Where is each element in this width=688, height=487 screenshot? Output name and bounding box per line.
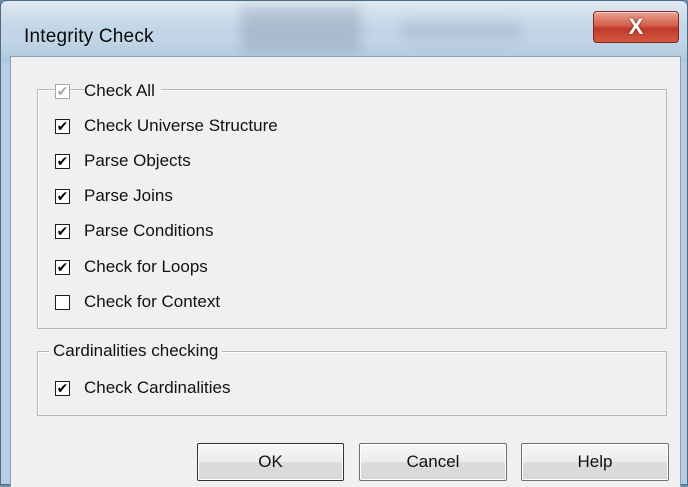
check-mark-icon: ✔ (56, 83, 69, 99)
dialog-client-area: ✔ Check All ✔ Check Universe Structure ✔… (10, 56, 681, 487)
cancel-button[interactable]: Cancel (359, 443, 507, 481)
check-mark-icon: ✔ (56, 188, 69, 204)
check-mark-icon: ✔ (56, 259, 69, 275)
check-for-loops-box[interactable]: ✔ (55, 259, 70, 275)
check-mark-icon: ✔ (56, 153, 69, 169)
check-cardinalities-box[interactable]: ✔ (55, 380, 70, 396)
parse-joins-checkbox[interactable]: ✔ Parse Joins (55, 184, 173, 208)
check-mark-icon: ✔ (56, 223, 69, 239)
parse-joins-box[interactable]: ✔ (55, 188, 70, 204)
check-universe-structure-box[interactable]: ✔ (55, 118, 70, 134)
check-all-checkbox[interactable]: ✔ Check All (55, 79, 161, 103)
help-button[interactable]: Help (521, 443, 669, 481)
parse-objects-checkbox[interactable]: ✔ Parse Objects (55, 149, 191, 173)
cardinalities-group-legend: Cardinalities checking (49, 341, 223, 361)
check-for-context-box[interactable] (55, 294, 70, 310)
check-for-context-label: Check for Context (84, 292, 221, 311)
parse-objects-box[interactable]: ✔ (55, 153, 70, 169)
check-for-loops-checkbox[interactable]: ✔ Check for Loops (55, 255, 208, 279)
check-mark-icon: ✔ (56, 380, 69, 396)
parse-joins-label: Parse Joins (84, 186, 173, 205)
check-for-loops-label: Check for Loops (84, 257, 208, 276)
check-all-label: Check All (84, 81, 161, 101)
integrity-check-dialog: Integrity Check X ✔ Check All ✔ Check Un… (0, 0, 688, 487)
parse-conditions-box[interactable]: ✔ (55, 223, 70, 239)
ok-button[interactable]: OK (197, 443, 344, 481)
title-bar-background-blur (241, 7, 361, 51)
parse-objects-label: Parse Objects (84, 151, 191, 170)
check-universe-structure-checkbox[interactable]: ✔ Check Universe Structure (55, 114, 278, 138)
check-universe-structure-label: Check Universe Structure (84, 116, 278, 135)
parse-conditions-checkbox[interactable]: ✔ Parse Conditions (55, 219, 213, 243)
check-cardinalities-checkbox[interactable]: ✔ Check Cardinalities (55, 376, 230, 400)
check-for-context-checkbox[interactable]: Check for Context (55, 290, 220, 314)
close-button[interactable]: X (593, 11, 679, 43)
parse-conditions-label: Parse Conditions (84, 221, 214, 240)
title-bar-background-blur (401, 21, 521, 41)
window-title: Integrity Check (24, 26, 154, 47)
check-all-box[interactable]: ✔ (55, 83, 70, 99)
title-bar[interactable]: Integrity Check X (1, 1, 687, 63)
close-icon: X (628, 14, 644, 39)
check-mark-icon: ✔ (56, 118, 69, 134)
check-cardinalities-label: Check Cardinalities (84, 378, 231, 397)
